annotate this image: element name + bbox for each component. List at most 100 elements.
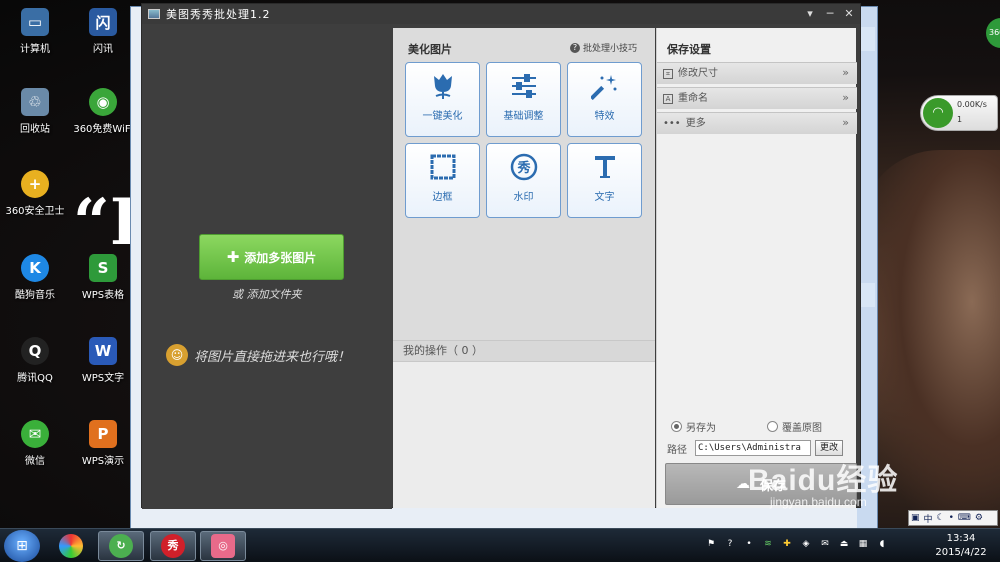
- section-resize-label: 修改尺寸: [678, 67, 718, 79]
- start-button[interactable]: ⊞: [4, 530, 40, 562]
- save-mode-radio-group: 另存为 覆盖原图: [667, 419, 852, 435]
- tray-volume-icon[interactable]: ◖: [876, 538, 888, 550]
- close-button[interactable]: ✕: [841, 6, 857, 22]
- batch-app-icon: ◎: [211, 534, 235, 558]
- save-settings-pane: 保存设置 ⌗ 修改尺寸 » A 重命名 » ••• 更多 » 另存为 覆盖原图: [656, 28, 857, 508]
- more-dots-icon: •••: [663, 117, 681, 129]
- desktop-icon-computer[interactable]: ▭ 计算机: [0, 8, 70, 55]
- desktop-icon-wps-writer[interactable]: W WPS文字: [68, 337, 138, 384]
- wps-sheet-icon: S: [89, 254, 117, 282]
- dot-icon: •: [948, 513, 954, 523]
- watermark-icon: 秀: [509, 152, 539, 182]
- tray-wifi-icon[interactable]: ≋: [762, 538, 774, 550]
- section-resize[interactable]: ⌗ 修改尺寸 »: [657, 62, 857, 84]
- radio-overwrite[interactable]: 覆盖原图: [767, 419, 822, 434]
- tray-shield-icon[interactable]: ◈: [800, 538, 812, 550]
- ime-bar[interactable]: ▣ 中 ☾ • ⌨ ⚙: [908, 510, 998, 526]
- section-rename[interactable]: A 重命名 »: [657, 87, 857, 109]
- tool-watermark[interactable]: 秀 水印: [486, 143, 561, 218]
- magic-wand-icon: [590, 71, 620, 101]
- radio-unchecked-icon: [767, 421, 778, 432]
- tool-effects[interactable]: 特效: [567, 62, 642, 137]
- window-title: 美图秀秀批处理1.2: [166, 8, 271, 21]
- plus-icon: ✚: [226, 248, 240, 266]
- drag-tip-text: 将图片直接拖进来也行哦！: [194, 349, 351, 365]
- clock-date: 2015/4/22: [935, 547, 987, 558]
- radio-save-as[interactable]: 另存为: [671, 419, 716, 434]
- radio-overwrite-label: 覆盖原图: [782, 423, 822, 434]
- save-settings-heading: 保存设置: [667, 43, 711, 56]
- clock[interactable]: 13:34 2015/4/22: [926, 532, 996, 560]
- recycle-bin-icon: ♲: [21, 88, 49, 116]
- network-speed: 0.00K/s: [957, 100, 987, 109]
- device-count: 1: [957, 115, 963, 124]
- desktop-icon-wps-present[interactable]: P WPS演示: [68, 420, 138, 467]
- desktop-icon-360wifi[interactable]: ◉ 360免费WiFi: [68, 88, 138, 135]
- batch-tips-label: 批处理小技巧: [582, 44, 637, 54]
- beautify-heading: 美化图片: [408, 43, 452, 56]
- wifi-signal-icon: ◠: [923, 98, 953, 128]
- title-bar[interactable]: 美图秀秀批处理1.2 ▾ ─ ✕: [142, 4, 860, 24]
- taskbar-app-update[interactable]: ↻: [98, 531, 144, 561]
- tray-mail-icon[interactable]: ✉: [819, 538, 831, 550]
- drag-tip: ☺ 将图片直接拖进来也行哦！: [166, 344, 350, 366]
- tray-network-icon[interactable]: ▦: [857, 538, 869, 550]
- network-speed-widget[interactable]: ◠ 0.00K/s 1: [920, 95, 998, 131]
- tool-label: 特效: [594, 111, 615, 122]
- desktop-icon-wechat[interactable]: ✉ 微信: [0, 420, 70, 467]
- add-images-button[interactable]: ✚ 添加多张图片: [199, 234, 344, 280]
- meitu-icon: 秀: [161, 534, 185, 558]
- clock-time: 13:34: [946, 533, 976, 544]
- minimize-button[interactable]: ─: [822, 6, 838, 22]
- tool-text[interactable]: 文字: [567, 143, 642, 218]
- tool-label: 水印: [513, 192, 534, 203]
- tray-360-icon[interactable]: ✚: [781, 538, 793, 550]
- batch-tips-link[interactable]: ? 批处理小技巧: [569, 41, 637, 54]
- keyboard-icon: ⌨: [957, 513, 971, 523]
- app-icon: [148, 9, 160, 19]
- gear-icon: ⚙: [974, 513, 983, 523]
- tray-flag-icon[interactable]: ⚑: [705, 538, 717, 550]
- svg-text:秀: 秀: [516, 160, 531, 176]
- tool-label: 基础调整: [503, 111, 544, 122]
- tool-one-click-beautify[interactable]: 一键美化: [405, 62, 480, 137]
- my-operations-header: 我的操作（ 0 ）: [393, 340, 655, 362]
- tray-usb-icon[interactable]: ⏏: [838, 538, 850, 550]
- moon-icon: ☾: [936, 513, 945, 523]
- color-flower-icon: [59, 534, 83, 558]
- frame-icon: [428, 152, 458, 182]
- tray-help-icon[interactable]: ?: [724, 538, 736, 550]
- add-folder-link[interactable]: 或 添加文件夹: [232, 286, 302, 302]
- help-icon: ?: [569, 42, 580, 53]
- desktop-icon-360-security[interactable]: +360安全卫士: [0, 170, 70, 217]
- mascot-icon: ☺: [166, 344, 188, 366]
- path-label: 路径: [667, 444, 687, 456]
- ime-mode[interactable]: 中: [924, 512, 933, 525]
- taskbar-app-batch[interactable]: ◎: [200, 531, 246, 561]
- desktop-icon-wps-sheet[interactable]: S WPS表格: [68, 254, 138, 301]
- section-more-label: 更多: [685, 117, 706, 129]
- desktop-icon-kugou[interactable]: K 酷狗音乐: [0, 254, 70, 301]
- taskbar-app-color[interactable]: [48, 531, 94, 561]
- add-images-label: 添加多张图片: [244, 250, 317, 265]
- section-more[interactable]: ••• 更多 »: [657, 112, 857, 134]
- import-pane: ✚ 添加多张图片 或 添加文件夹 ☺ 将图片直接拖进来也行哦！: [142, 24, 392, 509]
- computer-icon: ▭: [21, 8, 49, 36]
- beautify-pane: 美化图片 ? 批处理小技巧 一键美化 基础调整 特效 边框 秀 水印 文字 我的…: [393, 28, 655, 508]
- desktop-icon-shanxun[interactable]: 闪闪讯: [68, 8, 138, 55]
- path-input[interactable]: C:\Users\Administra: [695, 440, 811, 456]
- desktop-icon-qq[interactable]: Q 腾讯QQ: [0, 337, 70, 384]
- tool-frame[interactable]: 边框: [405, 143, 480, 218]
- radio-checked-icon: [671, 421, 682, 432]
- section-rename-label: 重命名: [678, 92, 708, 104]
- change-path-button[interactable]: 更改: [815, 440, 843, 456]
- wifi-icon: ◉: [89, 88, 117, 116]
- taskbar-app-meitu[interactable]: 秀: [150, 531, 196, 561]
- tray-dot-icon[interactable]: •: [743, 538, 755, 550]
- desktop-icon-recycle-bin[interactable]: ♲ 回收站: [0, 88, 70, 135]
- menu-button[interactable]: ▾: [802, 6, 818, 22]
- meitu-batch-window: 美图秀秀批处理1.2 ▾ ─ ✕ ✚ 添加多张图片 或 添加文件夹 ☺ 将图片直…: [141, 3, 861, 509]
- tool-basic-adjust[interactable]: 基础调整: [486, 62, 561, 137]
- qq-penguin-icon: Q: [21, 337, 49, 365]
- watermark-text: Baidu经验: [748, 464, 899, 497]
